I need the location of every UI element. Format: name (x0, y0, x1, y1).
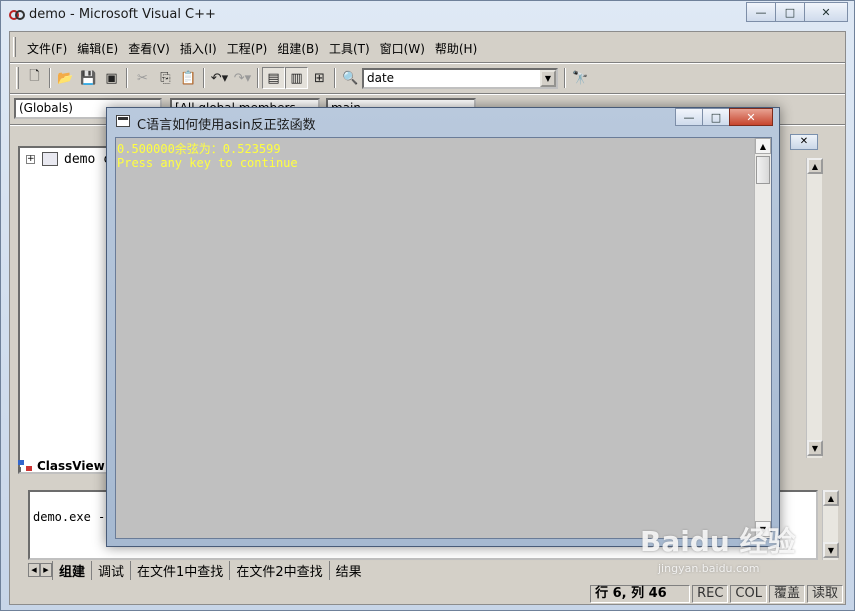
menubar-grip[interactable] (13, 37, 16, 57)
tab-results[interactable]: 结果 (328, 560, 368, 580)
menu-window[interactable]: 窗口(W) (375, 38, 430, 59)
window-title: demo - Microsoft Visual C++ (29, 7, 216, 22)
console-output-area[interactable]: 0.500000余弦为：0.523599 Press any key to co… (115, 137, 772, 539)
toolbar-divider (126, 68, 128, 88)
save-all-icon[interactable]: ▣ (100, 67, 123, 89)
baidu-watermark: Baidu 经验 jingyan.baidu.com (640, 520, 810, 590)
toolbar-divider (334, 68, 336, 88)
minimize-button[interactable]: — (746, 2, 776, 22)
tab-debug[interactable]: 调试 (91, 560, 130, 580)
find-combo[interactable]: date ▼ (362, 67, 558, 89)
tree-root-label[interactable]: demo c (64, 152, 111, 167)
console-minimize-button[interactable]: — (675, 108, 703, 126)
redo-icon[interactable]: ↷▾ (231, 67, 254, 89)
menu-view[interactable]: 查看(V) (123, 38, 175, 59)
menu-edit[interactable]: 编辑(E) (72, 38, 123, 59)
scroll-up-icon[interactable]: ▲ (807, 158, 823, 174)
output-tabs: ◀ ▶ 组建 调试 在文件1中查找 在文件2中查找 结果 (28, 560, 368, 580)
tab-build[interactable]: 组建 (52, 560, 91, 580)
console-title: C语言如何使用asin反正弦函数 (137, 118, 316, 133)
output-text: demo.exe - (33, 510, 106, 524)
console-title-bar[interactable]: C语言如何使用asin反正弦函数 — □ ✕ (107, 108, 779, 136)
menu-insert[interactable]: 插入(I) (175, 38, 222, 59)
vc-app-icon (9, 10, 25, 20)
tab-find-in-files-1[interactable]: 在文件1中查找 (130, 560, 229, 580)
console-scroll-thumb[interactable] (756, 156, 770, 184)
toolbar-divider (257, 68, 259, 88)
maximize-button[interactable]: □ (775, 2, 805, 22)
save-icon[interactable]: 💾 (77, 67, 100, 89)
toolbar-grip[interactable] (16, 67, 19, 89)
tree-expand-icon[interactable]: + (26, 155, 35, 164)
watermark-url: jingyan.baidu.com (658, 562, 760, 575)
status-read: 读取 (806, 585, 843, 603)
scroll-down-icon[interactable]: ▼ (807, 440, 823, 456)
mdi-close-icon[interactable]: ✕ (790, 134, 818, 150)
output-vscroll[interactable]: ▲ ▼ (822, 490, 839, 560)
workspace-toggle-icon[interactable]: ▤ (262, 67, 285, 89)
project-icon (42, 152, 58, 166)
classview-icon (18, 460, 34, 472)
tab-scroll-left-icon[interactable]: ◀ (28, 563, 40, 577)
new-file-icon[interactable]: 🗋 (23, 67, 46, 89)
console-vscroll[interactable]: ▲ ▼ (754, 138, 771, 538)
menu-tools[interactable]: 工具(T) (324, 38, 375, 59)
menu-build[interactable]: 组建(B) (272, 38, 324, 59)
scroll-down-icon[interactable]: ▼ (823, 542, 839, 558)
console-line-2: Press any key to continue (117, 156, 298, 170)
toolbar-divider (203, 68, 205, 88)
find-combo-value: date (367, 70, 395, 85)
scroll-up-icon[interactable]: ▲ (823, 490, 839, 506)
classview-tab-label: ClassView (37, 459, 105, 473)
standard-toolbar: 🗋 📂 💾 ▣ ✂ ⎘ 📋 ↶▾ ↷▾ ▤ ▥ ⊞ 🔍 date ▼ 🔭 (14, 64, 592, 92)
copy-icon[interactable]: ⎘ (154, 67, 177, 89)
console-maximize-button[interactable]: □ (702, 108, 730, 126)
console-close-button[interactable]: ✕ (729, 108, 773, 126)
close-button[interactable]: ✕ (804, 2, 848, 22)
watermark-logo: Baidu 经验 (640, 525, 796, 558)
console-line-1: 0.500000余弦为：0.523599 (117, 142, 281, 156)
find-binoculars-icon[interactable]: 🔭 (569, 67, 592, 89)
classview-tab[interactable]: ClassView (18, 455, 105, 477)
scroll-up-icon[interactable]: ▲ (755, 138, 771, 154)
class-combo-value: (Globals) (19, 100, 73, 115)
console-icon (116, 115, 130, 127)
cut-icon[interactable]: ✂ (131, 67, 154, 89)
menu-bar: 文件(F) 编辑(E) 查看(V) 插入(I) 工程(P) 组建(B) 工具(T… (10, 35, 845, 61)
editor-vscroll[interactable]: ▲ ▼ (806, 158, 823, 458)
tab-find-in-files-2[interactable]: 在文件2中查找 (229, 560, 328, 580)
find-in-files-icon[interactable]: 🔍 (339, 67, 362, 89)
open-folder-icon[interactable]: 📂 (54, 67, 77, 89)
output-toggle-icon[interactable]: ▥ (285, 67, 308, 89)
menu-file[interactable]: 文件(F) (22, 38, 72, 59)
menu-project[interactable]: 工程(P) (222, 38, 273, 59)
menu-help[interactable]: 帮助(H) (430, 38, 482, 59)
title-bar: demo - Microsoft Visual C++ — □ ✕ (1, 1, 854, 29)
window-list-icon[interactable]: ⊞ (308, 67, 331, 89)
toolbar-divider (564, 68, 566, 88)
paste-icon[interactable]: 📋 (177, 67, 200, 89)
tab-scroll-right-icon[interactable]: ▶ (40, 563, 52, 577)
chevron-down-icon[interactable]: ▼ (540, 69, 556, 87)
undo-icon[interactable]: ↶▾ (208, 67, 231, 89)
console-window[interactable]: C语言如何使用asin反正弦函数 — □ ✕ 0.500000余弦为：0.523… (106, 107, 780, 547)
toolbar-divider (49, 68, 51, 88)
